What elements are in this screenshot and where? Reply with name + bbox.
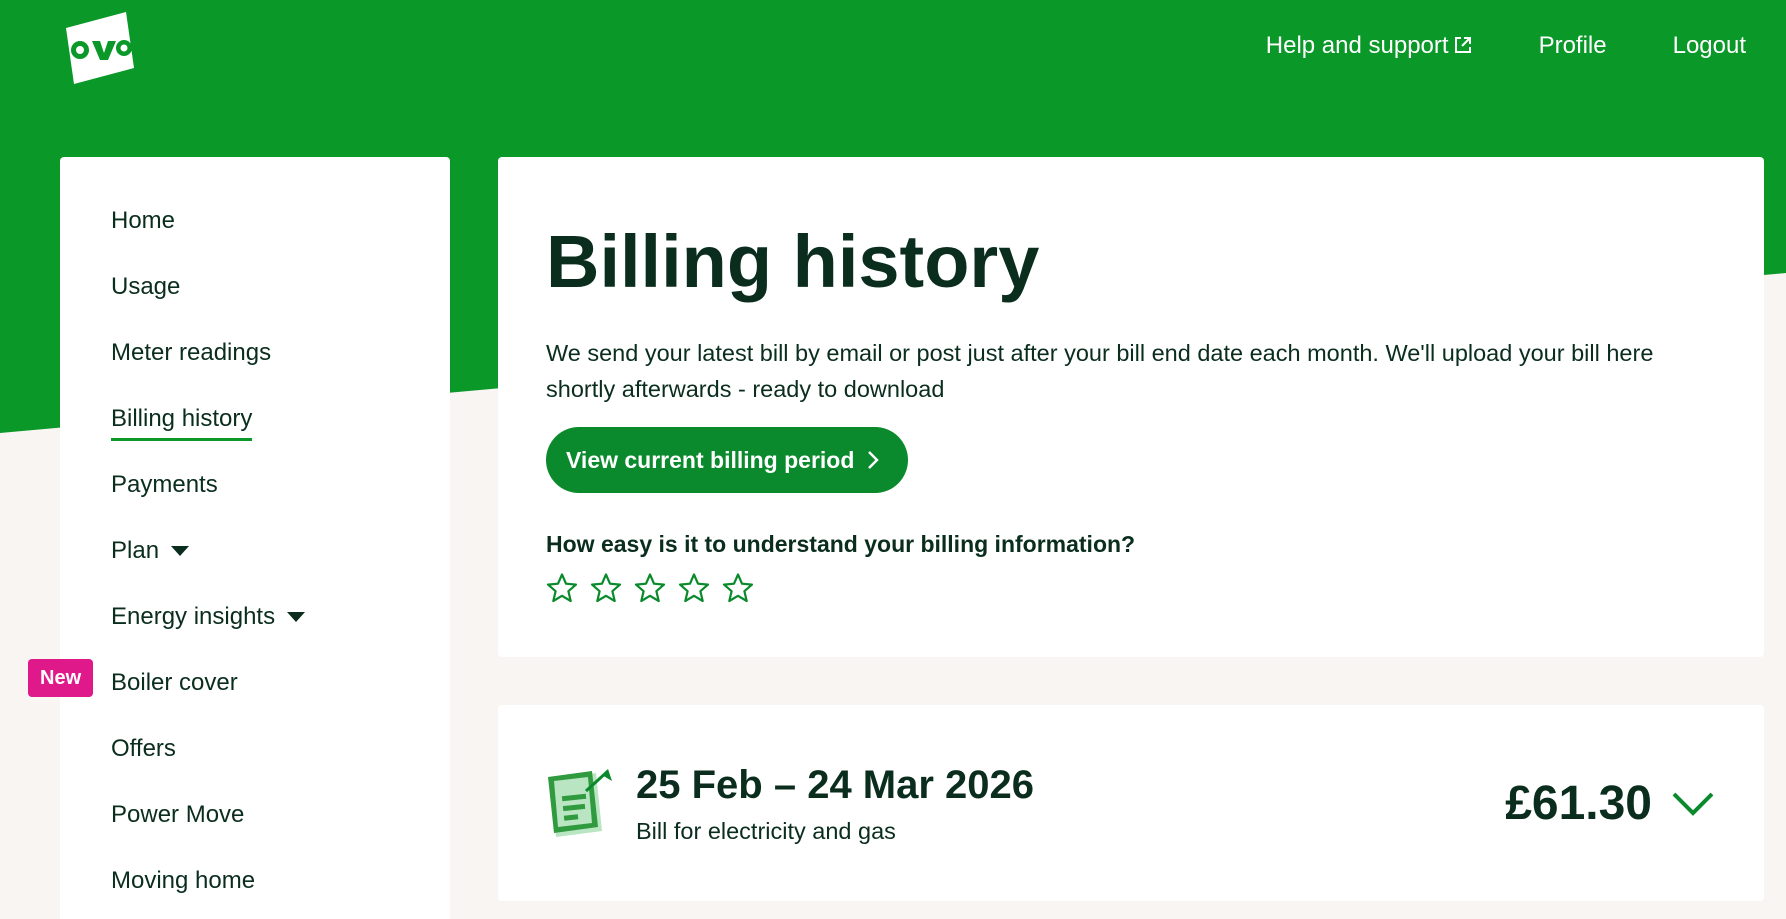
logout-link[interactable]: Logout [1673,32,1746,60]
new-badge: New [28,659,94,697]
logout-label: Logout [1672,32,1746,59]
top-navigation: Help and support Profile Logout [1266,32,1746,60]
profile-label: Profile [1538,32,1607,59]
sidebar-item-plan: Plan [60,537,450,603]
sidebar-item-home: Home [60,207,450,273]
sidebar-link-home[interactable]: Home [111,207,175,235]
billing-history-card: Billing history We send your latest bill… [498,157,1764,657]
sidebar-link-moving-home[interactable]: Moving home [111,867,255,895]
star-icon-5[interactable] [722,572,754,604]
sidebar-item-billing-history: Billing history [60,405,450,471]
sidebar-item-payments: Payments [60,471,450,537]
sidebar-item-boiler-cover: New Boiler cover [28,659,450,735]
sidebar-link-plan[interactable]: Plan [111,537,190,565]
sidebar-link-payments[interactable]: Payments [111,471,218,499]
intro-text: We send your latest bill by email or pos… [546,340,1654,402]
view-current-billing-period-button[interactable]: View current billing period [546,427,909,493]
page-title: Billing history [546,220,1040,303]
caret-down-icon [171,546,190,556]
sidebar-plan-label: Plan [111,537,160,564]
profile-link[interactable]: Profile [1539,32,1607,60]
ovo-logo[interactable] [58,10,136,86]
chevron-down-icon[interactable] [1670,788,1716,818]
caret-down-icon [287,612,306,622]
sidebar-item-power-move: Power Move [60,801,450,867]
bill-row[interactable]: 25 Feb – 24 Mar 2026 Bill for electricit… [498,705,1764,901]
sidebar-item-moving-home: Moving home [60,867,450,919]
bill-document-icon [548,769,612,837]
sidebar-link-billing-history[interactable]: Billing history [111,405,253,441]
star-icon-1[interactable] [546,572,578,604]
chevron-right-icon [868,451,880,469]
external-link-icon [1453,34,1473,54]
help-and-support-link[interactable]: Help and support [1266,32,1473,60]
sidebar-link-usage[interactable]: Usage [111,273,180,301]
bill-description: Bill for electricity and gas [636,817,896,844]
bill-info: 25 Feb – 24 Mar 2026 Bill for electricit… [636,762,1505,845]
sidebar-item-meter-readings: Meter readings [60,339,450,405]
feedback-question: How easy is it to understand your billin… [546,531,1136,557]
bill-amount: £61.30 [1505,776,1652,830]
bill-period: 25 Feb – 24 Mar 2026 [636,762,1035,807]
sidebar-link-power-move[interactable]: Power Move [111,801,244,829]
star-icon-3[interactable] [634,572,666,604]
sidebar-link-boiler-cover[interactable]: Boiler cover [111,669,238,697]
site-header: Help and support Profile Logout [0,0,1786,100]
sidebar-item-offers: Offers [60,735,450,801]
sidebar-link-energy-insights[interactable]: Energy insights [111,603,306,631]
star-rating [546,572,1716,604]
sidebar-link-meter-readings[interactable]: Meter readings [111,339,271,367]
star-icon-4[interactable] [678,572,710,604]
sidebar-link-offers[interactable]: Offers [111,735,176,763]
sidebar-item-energy-insights: Energy insights [60,603,450,669]
sidebar-nav: Home Usage Meter readings Billing histor… [28,157,450,919]
sidebar-item-usage: Usage [60,273,450,339]
sidebar-energy-insights-label: Energy insights [111,603,276,630]
view-current-billing-period-label: View current billing period [566,446,855,473]
help-and-support-label: Help and support [1265,32,1449,59]
star-icon-2[interactable] [590,572,622,604]
